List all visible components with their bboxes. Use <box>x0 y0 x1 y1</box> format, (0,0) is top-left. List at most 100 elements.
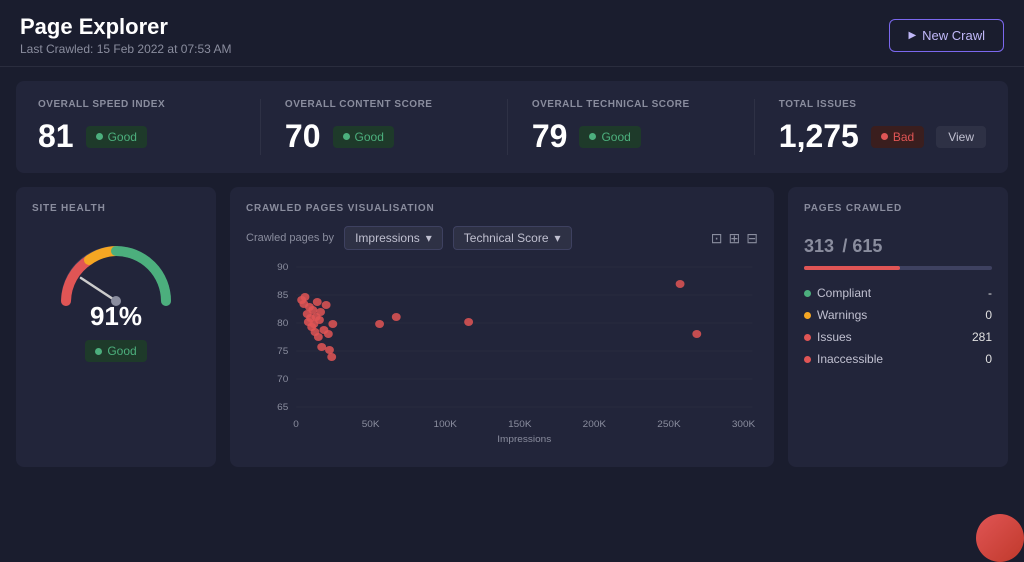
chart-icon-group: ⊡ ⊞ ⊟ <box>711 230 758 247</box>
new-crawl-label: New Crawl <box>922 28 985 43</box>
chart-icon-expand[interactable]: ⊡ <box>711 230 723 247</box>
site-health-badge-label: Good <box>107 344 136 358</box>
page-title: Page Explorer <box>20 14 231 40</box>
site-health-badge: Good <box>85 340 146 362</box>
stat-row-warnings: Warnings 0 <box>804 308 992 322</box>
last-crawled-text: Last Crawled: 15 Feb 2022 at 07:53 AM <box>20 42 231 56</box>
content-score-card: OVERALL CONTENT SCORE 70 Good <box>261 99 508 155</box>
chart-title: CRAWLED PAGES VISUALISATION <box>246 203 758 214</box>
compliant-label: Compliant <box>817 286 871 300</box>
issues-label: Issues <box>817 330 852 344</box>
pages-crawled-count: 313 <box>804 236 834 256</box>
pages-stats-list: Compliant - Warnings 0 Issues 281 <box>804 286 992 366</box>
pages-bar-fill <box>804 266 900 270</box>
site-health-panel: SITE HEALTH 91% Good <box>16 187 216 467</box>
chart-controls: Crawled pages by Impressions ▾ Technical… <box>246 226 758 250</box>
content-score-value: 70 <box>285 118 321 155</box>
chart-crawled-by-label: Crawled pages by <box>246 232 334 244</box>
content-score-value-row: 70 Good <box>285 118 483 155</box>
svg-text:70: 70 <box>277 374 288 384</box>
inaccessible-value: 0 <box>985 352 992 366</box>
svg-text:250K: 250K <box>657 419 681 429</box>
site-health-title: SITE HEALTH <box>32 203 200 214</box>
content-score-label: OVERALL CONTENT SCORE <box>285 99 483 110</box>
chart-icon-download[interactable]: ⊟ <box>746 230 758 247</box>
page-header: Page Explorer Last Crawled: 15 Feb 2022 … <box>0 0 1024 67</box>
compliant-label-group: Compliant <box>804 286 871 300</box>
svg-text:200K: 200K <box>583 419 607 429</box>
content-score-badge: Good <box>333 126 394 148</box>
svg-text:90: 90 <box>277 262 288 272</box>
issues-badge-dot <box>881 133 888 140</box>
scatter-svg: 90 85 80 75 70 65 0 50K 100K 150K 200K 2… <box>246 262 758 457</box>
compliant-dot <box>804 290 811 297</box>
impressions-dropdown[interactable]: Impressions ▾ <box>344 226 443 250</box>
play-icon: ▶ <box>908 30 916 41</box>
warnings-label-group: Warnings <box>804 308 867 322</box>
impressions-dropdown-label: Impressions <box>355 231 420 245</box>
issues-badge-label: Bad <box>893 130 914 144</box>
total-issues-value-row: 1,275 Bad View <box>779 118 986 155</box>
pages-crawled-title: PAGES CRAWLED <box>804 203 992 214</box>
avatar[interactable] <box>976 514 1024 562</box>
chevron-down-icon-2: ▾ <box>555 231 561 245</box>
chart-icon-grid[interactable]: ⊞ <box>729 230 741 247</box>
total-issues-badge: Bad <box>871 126 924 148</box>
scatter-plot-area: 90 85 80 75 70 65 0 50K 100K 150K 200K 2… <box>246 262 758 457</box>
stat-row-issues: Issues 281 <box>804 330 992 344</box>
technical-score-value: 79 <box>532 118 568 155</box>
warnings-dot <box>804 312 811 319</box>
gauge-percentage: 91% <box>90 301 142 332</box>
svg-text:300K: 300K <box>732 419 756 429</box>
issues-dot <box>804 334 811 341</box>
technical-score-badge: Good <box>579 126 640 148</box>
compliant-value: - <box>988 286 992 300</box>
svg-text:150K: 150K <box>508 419 532 429</box>
warnings-value: 0 <box>985 308 992 322</box>
technical-score-dropdown-label: Technical Score <box>464 231 549 245</box>
header-title-group: Page Explorer Last Crawled: 15 Feb 2022 … <box>20 14 231 56</box>
chart-panel: CRAWLED PAGES VISUALISATION Crawled page… <box>230 187 774 467</box>
technical-score-label: OVERALL TECHNICAL SCORE <box>532 99 730 110</box>
stat-row-compliant: Compliant - <box>804 286 992 300</box>
pages-total-separator: / <box>842 236 852 256</box>
speed-badge-dot <box>96 133 103 140</box>
svg-text:65: 65 <box>277 402 288 412</box>
svg-text:100K: 100K <box>434 419 458 429</box>
issues-label-group: Issues <box>804 330 852 344</box>
new-crawl-button[interactable]: ▶ New Crawl <box>889 19 1004 52</box>
speed-index-label: OVERALL SPEED INDEX <box>38 99 236 110</box>
total-issues-card: TOTAL ISSUES 1,275 Bad View <box>755 99 986 155</box>
svg-text:75: 75 <box>277 346 288 356</box>
warnings-label: Warnings <box>817 308 867 322</box>
view-button[interactable]: View <box>936 126 986 148</box>
svg-text:85: 85 <box>277 290 288 300</box>
speed-badge-label: Good <box>108 130 137 144</box>
site-health-dot <box>95 348 102 355</box>
pages-crawled-value: 313 / 615 <box>804 226 992 260</box>
svg-text:0: 0 <box>293 419 299 429</box>
pages-crawled-panel: PAGES CRAWLED 313 / 615 Compliant - Warn… <box>788 187 1008 467</box>
pages-progress-bar <box>804 266 992 270</box>
pages-total-count: 615 <box>852 236 882 256</box>
chevron-down-icon: ▾ <box>426 231 432 245</box>
technical-score-dropdown[interactable]: Technical Score ▾ <box>453 226 572 250</box>
gauge-container: 91% Good <box>32 226 200 362</box>
inaccessible-label: Inaccessible <box>817 352 883 366</box>
inaccessible-label-group: Inaccessible <box>804 352 883 366</box>
inaccessible-dot <box>804 356 811 363</box>
speed-index-value: 81 <box>38 118 74 155</box>
stat-row-inaccessible: Inaccessible 0 <box>804 352 992 366</box>
svg-text:50K: 50K <box>362 419 380 429</box>
technical-badge-dot <box>589 133 596 140</box>
content-badge-label: Good <box>355 130 384 144</box>
content-badge-dot <box>343 133 350 140</box>
technical-badge-label: Good <box>601 130 630 144</box>
technical-score-card: OVERALL TECHNICAL SCORE 79 Good <box>508 99 755 155</box>
bottom-row: SITE HEALTH 91% Good <box>0 187 1024 467</box>
svg-text:80: 80 <box>277 318 288 328</box>
technical-score-value-row: 79 Good <box>532 118 730 155</box>
total-issues-label: TOTAL ISSUES <box>779 99 986 110</box>
svg-text:Impressions: Impressions <box>497 434 551 444</box>
score-cards-row: OVERALL SPEED INDEX 81 Good OVERALL CONT… <box>16 81 1008 173</box>
